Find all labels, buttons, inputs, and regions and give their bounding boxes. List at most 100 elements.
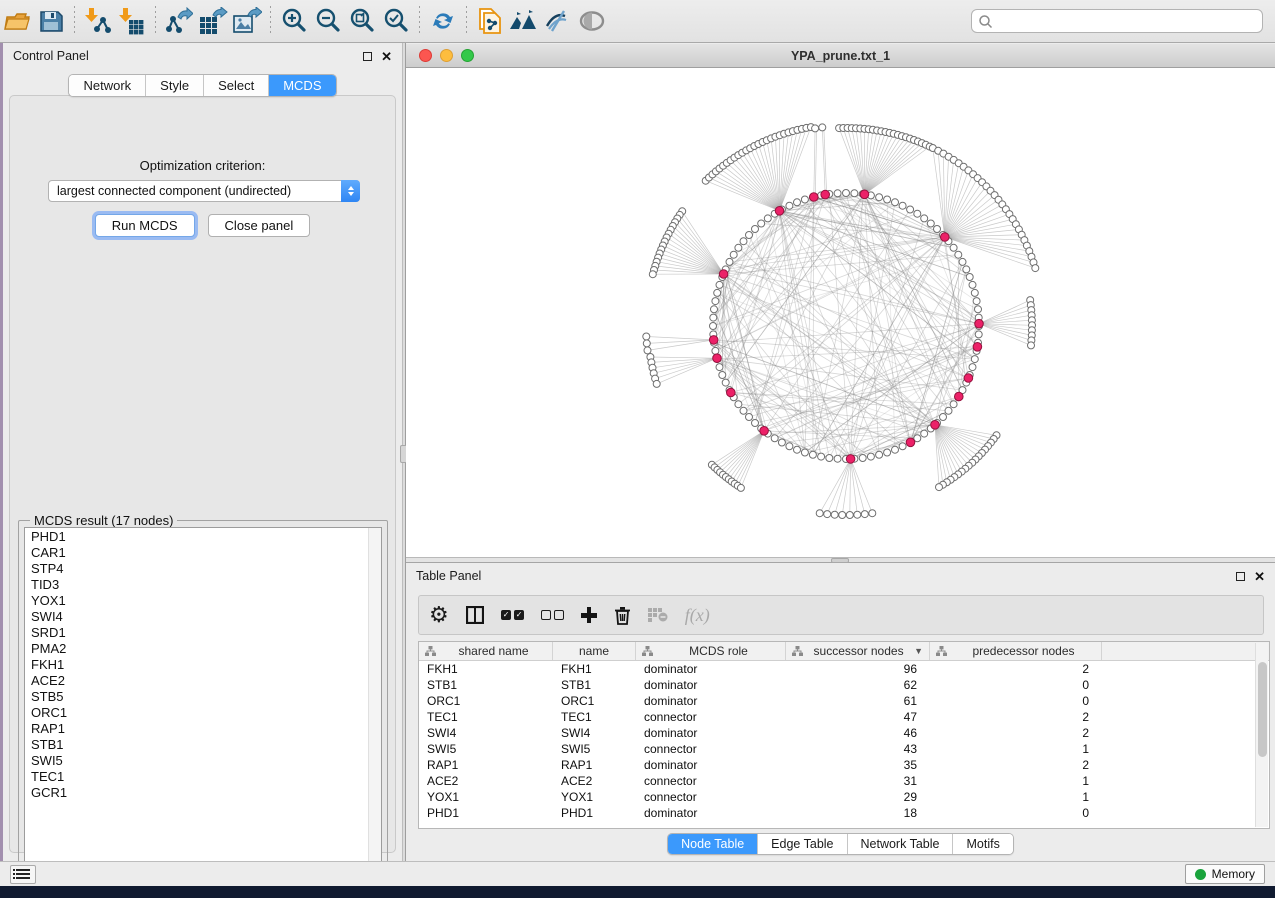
network-node[interactable] bbox=[854, 511, 861, 518]
search-box[interactable] bbox=[971, 9, 1263, 33]
run-mcds-button[interactable]: Run MCDS bbox=[95, 214, 195, 237]
network-node[interactable] bbox=[892, 446, 899, 453]
open-file-icon[interactable] bbox=[0, 4, 34, 38]
selected-network-node[interactable] bbox=[931, 421, 940, 430]
network-node[interactable] bbox=[861, 511, 868, 518]
refresh-icon[interactable] bbox=[426, 4, 460, 38]
column-header-successor-nodes[interactable]: successor nodes▼ bbox=[786, 642, 930, 660]
network-node[interactable] bbox=[746, 232, 753, 239]
mcds-result-item[interactable]: STB1 bbox=[25, 736, 381, 752]
close-panel-icon[interactable]: ✕ bbox=[1254, 572, 1265, 581]
network-node[interactable] bbox=[867, 453, 874, 460]
column-header-MCDS-role[interactable]: MCDS role bbox=[636, 642, 786, 660]
network-node[interactable] bbox=[764, 215, 771, 222]
network-node[interactable] bbox=[869, 510, 876, 517]
network-node[interactable] bbox=[801, 449, 808, 456]
export-image-icon[interactable] bbox=[230, 4, 264, 38]
table-row[interactable]: SWI4SWI4dominator462 bbox=[419, 725, 1269, 741]
network-node[interactable] bbox=[884, 449, 891, 456]
network-node[interactable] bbox=[936, 484, 943, 491]
column-header-name[interactable]: name bbox=[553, 642, 636, 660]
selected-network-node[interactable] bbox=[760, 427, 769, 436]
zoom-selected-icon[interactable] bbox=[379, 4, 413, 38]
network-node[interactable] bbox=[746, 414, 753, 421]
network-node[interactable] bbox=[719, 372, 726, 379]
column-header-shared-name[interactable]: shared name bbox=[419, 642, 553, 660]
network-node[interactable] bbox=[876, 451, 883, 458]
selected-network-node[interactable] bbox=[713, 354, 722, 363]
network-node[interactable] bbox=[812, 125, 819, 132]
tab-node-table[interactable]: Node Table bbox=[668, 834, 758, 854]
network-node[interactable] bbox=[786, 443, 793, 450]
selected-network-node[interactable] bbox=[941, 233, 950, 242]
network-node[interactable] bbox=[899, 202, 906, 209]
table-row[interactable]: STB1STB1dominator620 bbox=[419, 677, 1269, 693]
network-node[interactable] bbox=[726, 258, 733, 265]
network-node[interactable] bbox=[899, 443, 906, 450]
zoom-fit-icon[interactable] bbox=[345, 4, 379, 38]
network-node[interactable] bbox=[969, 364, 976, 371]
network-node[interactable] bbox=[945, 407, 952, 414]
network-node[interactable] bbox=[969, 281, 976, 288]
birdseye-icon[interactable] bbox=[575, 4, 609, 38]
network-node[interactable] bbox=[644, 347, 651, 354]
save-session-icon[interactable] bbox=[34, 4, 68, 38]
zoom-out-icon[interactable] bbox=[311, 4, 345, 38]
network-node[interactable] bbox=[966, 274, 973, 281]
scrollbar-thumb[interactable] bbox=[1258, 662, 1267, 757]
network-node[interactable] bbox=[834, 190, 841, 197]
network-node[interactable] bbox=[735, 244, 742, 251]
network-node[interactable] bbox=[1028, 342, 1035, 349]
mcds-list-scrollbar[interactable] bbox=[368, 528, 381, 874]
optimization-criterion-select[interactable]: largest connected component (undirected) bbox=[48, 180, 360, 202]
network-node[interactable] bbox=[831, 511, 838, 518]
network-node[interactable] bbox=[914, 210, 921, 217]
network-node[interactable] bbox=[714, 289, 721, 296]
network-node[interactable] bbox=[716, 281, 723, 288]
network-node[interactable] bbox=[892, 199, 899, 206]
network-node[interactable] bbox=[643, 340, 650, 347]
network-node[interactable] bbox=[758, 220, 765, 227]
network-node[interactable] bbox=[963, 266, 970, 273]
tab-style[interactable]: Style bbox=[146, 75, 204, 96]
network-node[interactable] bbox=[710, 323, 717, 330]
table-settings-icon[interactable]: ⚙ bbox=[429, 605, 449, 625]
selected-network-node[interactable] bbox=[810, 193, 819, 202]
close-panel-button[interactable]: Close panel bbox=[208, 214, 311, 237]
selected-network-node[interactable] bbox=[775, 207, 784, 216]
tab-motifs[interactable]: Motifs bbox=[953, 834, 1012, 854]
selected-network-node[interactable] bbox=[964, 374, 973, 383]
network-node[interactable] bbox=[737, 484, 744, 491]
network-node[interactable] bbox=[859, 455, 866, 462]
network-node[interactable] bbox=[839, 512, 846, 519]
table-row[interactable]: ACE2ACE2connector311 bbox=[419, 773, 1269, 789]
network-node[interactable] bbox=[826, 455, 833, 462]
close-panel-icon[interactable]: ✕ bbox=[381, 52, 392, 61]
network-node[interactable] bbox=[834, 455, 841, 462]
table-scrollbar[interactable] bbox=[1255, 643, 1268, 827]
column-header-predecessor-nodes[interactable]: predecessor nodes bbox=[930, 642, 1102, 660]
network-node[interactable] bbox=[851, 190, 858, 197]
tab-edge-table[interactable]: Edge Table bbox=[758, 834, 847, 854]
table-row[interactable]: PHD1PHD1dominator180 bbox=[419, 805, 1269, 821]
selected-network-node[interactable] bbox=[860, 190, 869, 199]
export-network-icon[interactable] bbox=[162, 4, 196, 38]
network-node[interactable] bbox=[819, 124, 826, 131]
table-row[interactable]: YOX1YOX1connector291 bbox=[419, 789, 1269, 805]
mcds-result-item[interactable]: CAR1 bbox=[25, 544, 381, 560]
network-node[interactable] bbox=[722, 379, 729, 386]
tab-network-table[interactable]: Network Table bbox=[848, 834, 954, 854]
selected-network-node[interactable] bbox=[727, 388, 736, 397]
network-node[interactable] bbox=[771, 435, 778, 442]
selected-network-node[interactable] bbox=[975, 319, 984, 328]
float-panel-icon[interactable] bbox=[363, 52, 372, 61]
select-all-icon[interactable] bbox=[501, 610, 524, 620]
deselect-all-icon[interactable] bbox=[541, 610, 564, 620]
network-node[interactable] bbox=[816, 510, 823, 517]
import-network-icon[interactable] bbox=[81, 4, 115, 38]
table-row[interactable]: ORC1ORC1dominator610 bbox=[419, 693, 1269, 709]
mcds-result-item[interactable]: TID3 bbox=[25, 576, 381, 592]
network-node[interactable] bbox=[950, 401, 957, 408]
task-history-icon[interactable] bbox=[10, 865, 36, 884]
zoom-in-icon[interactable] bbox=[277, 4, 311, 38]
